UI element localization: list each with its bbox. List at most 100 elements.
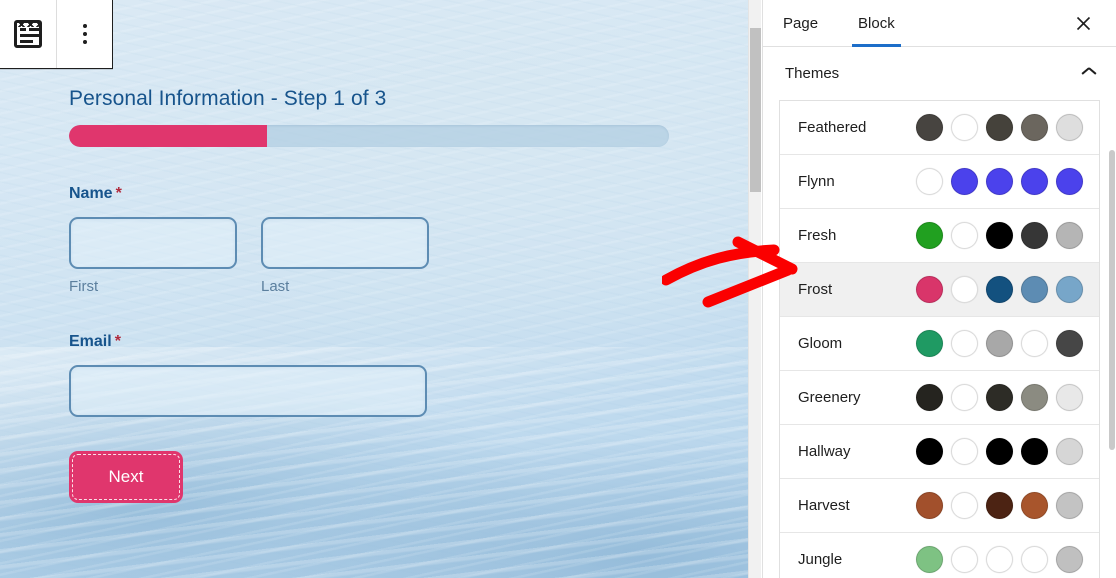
color-swatch bbox=[1056, 276, 1083, 303]
theme-row[interactable]: Flynn bbox=[780, 155, 1099, 209]
color-swatch bbox=[916, 276, 943, 303]
theme-swatches bbox=[916, 222, 1083, 249]
themes-panel-header[interactable]: Themes bbox=[763, 47, 1116, 100]
color-swatch bbox=[986, 222, 1013, 249]
theme-row[interactable]: Gloom bbox=[780, 317, 1099, 371]
color-swatch bbox=[1056, 222, 1083, 249]
last-name-input[interactable] bbox=[261, 217, 429, 270]
theme-row[interactable]: Hallway bbox=[780, 425, 1099, 479]
email-input[interactable] bbox=[69, 365, 427, 418]
themes-list: Feathered Flynn Fresh Frost Gloom Greenery Hal… bbox=[779, 100, 1100, 578]
color-swatch bbox=[986, 384, 1013, 411]
required-marker: * bbox=[115, 185, 122, 203]
theme-row[interactable]: Harvest bbox=[780, 479, 1099, 533]
color-swatch bbox=[951, 492, 978, 519]
color-swatch bbox=[1021, 168, 1048, 195]
color-swatch bbox=[916, 438, 943, 465]
color-swatch bbox=[951, 546, 978, 573]
color-swatch bbox=[951, 438, 978, 465]
color-swatch bbox=[916, 114, 943, 141]
theme-name: Frost bbox=[798, 281, 833, 298]
color-swatch bbox=[1056, 546, 1083, 573]
theme-row[interactable]: Jungle bbox=[780, 533, 1099, 578]
theme-name: Gloom bbox=[798, 335, 843, 352]
theme-swatches bbox=[916, 276, 1083, 303]
tab-page[interactable]: Page bbox=[763, 0, 838, 46]
color-swatch bbox=[1021, 546, 1048, 573]
color-swatch bbox=[916, 330, 943, 357]
sidebar-scrollbar-thumb[interactable] bbox=[1109, 150, 1115, 450]
settings-sidebar: Page Block Themes Feathered Flynn Fresh Fro… bbox=[762, 0, 1116, 578]
color-swatch bbox=[986, 492, 1013, 519]
color-swatch bbox=[986, 114, 1013, 141]
color-swatch bbox=[1021, 114, 1048, 141]
canvas-scrollbar-thumb[interactable] bbox=[750, 28, 761, 192]
theme-name: Harvest bbox=[798, 497, 850, 514]
color-swatch bbox=[916, 546, 943, 573]
theme-name: Jungle bbox=[798, 551, 843, 568]
canvas-scrollbar[interactable] bbox=[748, 0, 761, 578]
theme-swatches bbox=[916, 168, 1083, 195]
theme-row[interactable]: Greenery bbox=[780, 371, 1099, 425]
theme-name: Feathered bbox=[798, 119, 867, 136]
color-swatch bbox=[1056, 114, 1083, 141]
close-icon[interactable] bbox=[1064, 0, 1102, 46]
theme-swatches bbox=[916, 114, 1083, 141]
next-button[interactable]: Next bbox=[69, 451, 183, 504]
color-swatch bbox=[951, 276, 978, 303]
color-swatch bbox=[916, 222, 943, 249]
color-swatch bbox=[951, 222, 978, 249]
color-swatch bbox=[1056, 168, 1083, 195]
sidebar-scrollbar[interactable] bbox=[1108, 150, 1116, 578]
theme-name: Flynn bbox=[798, 173, 835, 190]
theme-swatches bbox=[916, 438, 1083, 465]
progress-bar bbox=[69, 125, 669, 148]
color-swatch bbox=[1021, 492, 1048, 519]
color-swatch bbox=[986, 168, 1013, 195]
color-swatch bbox=[986, 330, 1013, 357]
color-swatch bbox=[916, 492, 943, 519]
theme-row[interactable]: Fresh bbox=[780, 209, 1099, 263]
color-swatch bbox=[986, 276, 1013, 303]
form-block: Personal Information - Step 1 of 3 Name *… bbox=[69, 86, 670, 504]
form-block-icon[interactable] bbox=[0, 0, 56, 68]
sidebar-tabs: Page Block bbox=[763, 0, 1116, 47]
color-swatch bbox=[1021, 276, 1048, 303]
theme-row[interactable]: Feathered bbox=[780, 101, 1099, 155]
block-toolbar bbox=[0, 0, 113, 69]
color-swatch bbox=[1021, 222, 1048, 249]
color-swatch bbox=[916, 384, 943, 411]
theme-name: Greenery bbox=[798, 389, 861, 406]
theme-swatches bbox=[916, 546, 1083, 573]
field-label-email: Email * bbox=[69, 333, 121, 351]
color-swatch bbox=[951, 114, 978, 141]
last-name-sublabel: Last bbox=[261, 278, 290, 296]
color-swatch bbox=[951, 168, 978, 195]
chevron-up-icon[interactable] bbox=[1082, 69, 1096, 78]
themes-panel-title: Themes bbox=[785, 65, 840, 82]
form-canvas: Personal Information - Step 1 of 3 Name *… bbox=[0, 0, 748, 578]
theme-name: Fresh bbox=[798, 227, 837, 244]
page-title: Personal Information - Step 1 of 3 bbox=[69, 87, 387, 110]
theme-swatches bbox=[916, 384, 1083, 411]
field-name: Name * First Last bbox=[69, 185, 670, 295]
color-swatch bbox=[1021, 330, 1048, 357]
first-name-input[interactable] bbox=[69, 217, 237, 270]
color-swatch bbox=[1056, 384, 1083, 411]
field-label-name: Name * bbox=[69, 185, 122, 203]
tab-block[interactable]: Block bbox=[838, 0, 915, 47]
theme-row[interactable]: Frost bbox=[780, 263, 1099, 317]
color-swatch bbox=[916, 168, 943, 195]
theme-swatches bbox=[916, 330, 1083, 357]
vertical-dots-icon[interactable] bbox=[56, 0, 112, 68]
color-swatch bbox=[986, 438, 1013, 465]
color-swatch bbox=[986, 546, 1013, 573]
editor-window: Personal Information - Step 1 of 3 Name *… bbox=[0, 0, 1116, 578]
theme-name: Hallway bbox=[798, 443, 851, 460]
color-swatch bbox=[1056, 330, 1083, 357]
progress-bar-fill bbox=[69, 125, 267, 148]
color-swatch bbox=[1056, 438, 1083, 465]
field-email: Email * bbox=[69, 333, 670, 418]
color-swatch bbox=[1021, 438, 1048, 465]
color-swatch bbox=[1056, 492, 1083, 519]
